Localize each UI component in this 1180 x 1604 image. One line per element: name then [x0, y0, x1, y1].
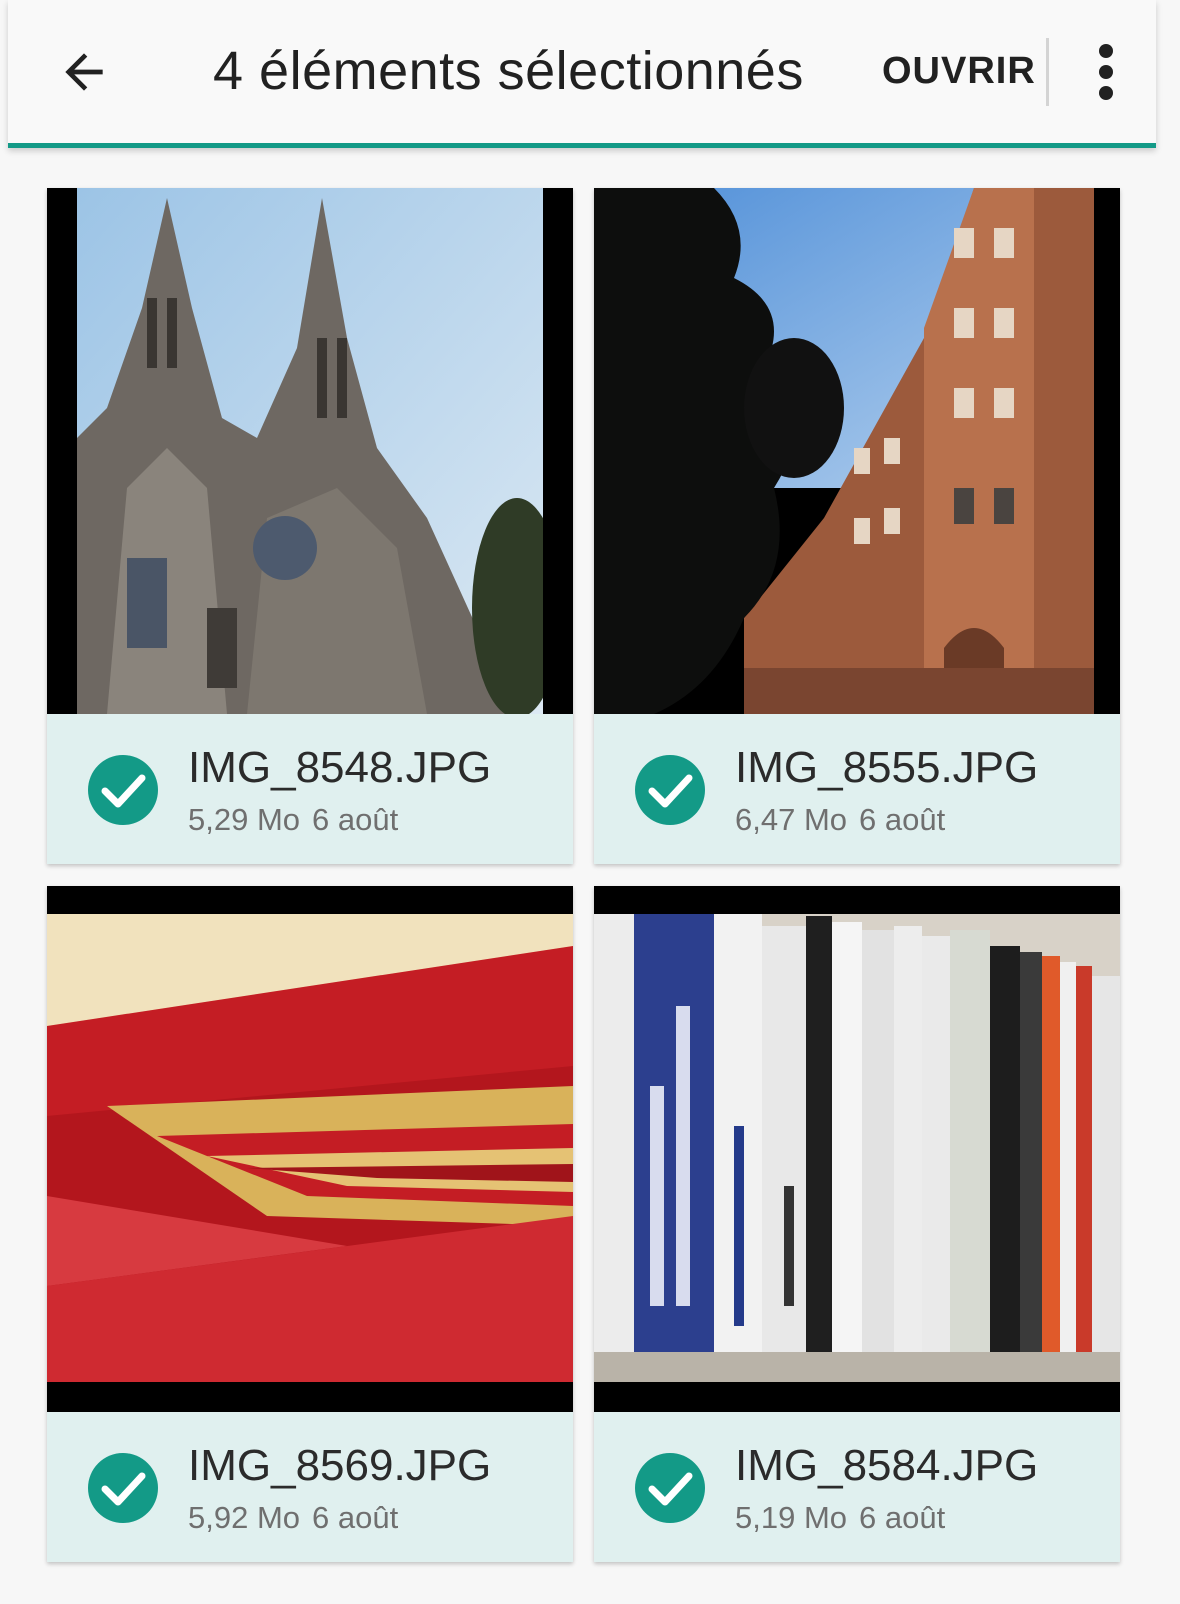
thumbnail-brick-building [594, 188, 1120, 714]
arrow-left-icon [65, 53, 103, 91]
open-button[interactable]: OUVRIR [882, 50, 1036, 93]
file-meta: 5,29 Mo 6 août [188, 802, 398, 838]
selection-count-title: 4 éléments sélectionnés [213, 41, 804, 101]
file-size: 5,19 Mo [735, 1500, 848, 1535]
file-name: IMG_8548.JPG [188, 743, 492, 792]
toolbar-divider [1046, 38, 1049, 106]
file-meta: 6,47 Mo 6 août [735, 802, 945, 838]
file-size: 6,47 Mo [735, 802, 848, 837]
thumbnail-cathedral [47, 188, 573, 714]
file-date: 6 août [312, 1500, 399, 1535]
thumbnail-red-staircase [47, 886, 573, 1412]
check-circle-icon [88, 755, 158, 825]
check-circle-icon [88, 1453, 158, 1523]
more-options-button[interactable] [1078, 40, 1134, 104]
file-card[interactable]: IMG_8584.JPG 5,19 Mo 6 août [594, 886, 1120, 1562]
file-name: IMG_8584.JPG [735, 1441, 1039, 1490]
file-date: 6 août [859, 802, 946, 837]
check-circle-icon [635, 1453, 705, 1523]
file-size: 5,29 Mo [188, 802, 301, 837]
check-circle-icon [635, 755, 705, 825]
file-size: 5,92 Mo [188, 1500, 301, 1535]
more-vertical-icon [1099, 44, 1113, 100]
file-card[interactable]: IMG_8569.JPG 5,92 Mo 6 août [47, 886, 573, 1562]
file-card[interactable]: IMG_8548.JPG 5,29 Mo 6 août [47, 188, 573, 864]
file-card[interactable]: IMG_8555.JPG 6,47 Mo 6 août [594, 188, 1120, 864]
thumbnail-bookshelf [594, 886, 1120, 1412]
file-date: 6 août [859, 1500, 946, 1535]
file-date: 6 août [312, 802, 399, 837]
back-button[interactable] [48, 36, 120, 108]
file-picker-screen: 4 éléments sélectionnés OUVRIR IMG_8548.… [0, 0, 1180, 1604]
file-name: IMG_8555.JPG [735, 743, 1039, 792]
selection-toolbar: 4 éléments sélectionnés OUVRIR [8, 0, 1156, 148]
file-meta: 5,92 Mo 6 août [188, 1500, 398, 1536]
file-name: IMG_8569.JPG [188, 1441, 492, 1490]
file-meta: 5,19 Mo 6 août [735, 1500, 945, 1536]
